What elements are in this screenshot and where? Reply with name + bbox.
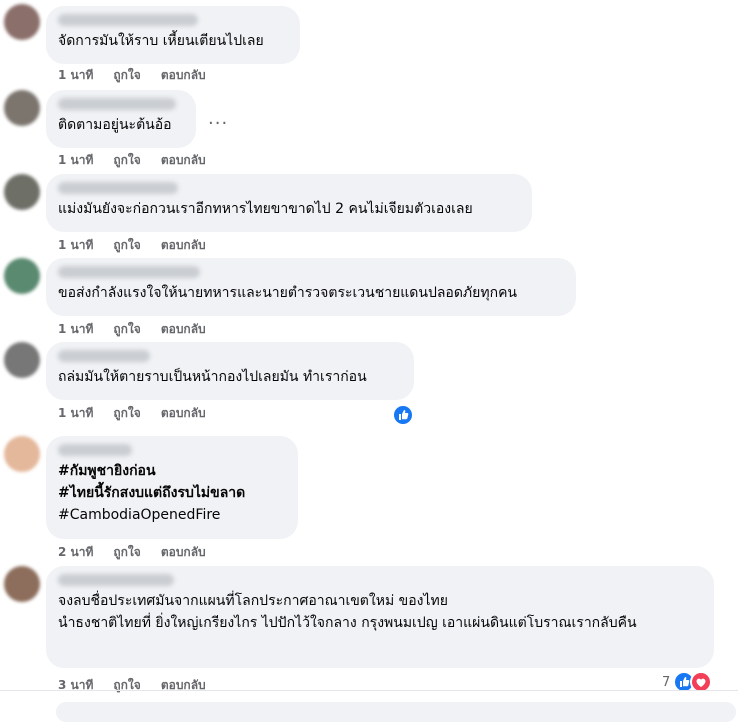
like-link[interactable]: ถูกใจ: [113, 404, 140, 423]
hashtag-1[interactable]: #กัมพูชายิงก่อน: [58, 460, 286, 482]
comment-text: ถล่มมันให้ตายราบเป็นหน้ากองไปเลยมัน ทำเร…: [58, 369, 367, 385]
like-link[interactable]: ถูกใจ: [113, 66, 140, 85]
comment-actions: 2 นาที ถูกใจ ตอบกลับ: [58, 543, 206, 562]
comment-bubble: จงลบชื่อประเทศมันจากแผนที่โลกประกาศอาณาเ…: [46, 566, 714, 668]
avatar[interactable]: [4, 342, 40, 378]
avatar[interactable]: [4, 90, 40, 126]
avatar[interactable]: [4, 436, 40, 472]
comment-actions: 1 นาที ถูกใจ ตอบกลับ: [58, 404, 206, 423]
comment-actions: 1 นาที ถูกใจ ตอบกลับ: [58, 66, 206, 85]
like-reaction-icon[interactable]: [392, 404, 414, 426]
timestamp[interactable]: 1 นาที: [58, 151, 93, 170]
hashtag-2[interactable]: #ไทยนี้รักสงบแต่ถึงรบไม่ขลาด: [58, 482, 286, 504]
reply-link[interactable]: ตอบกลับ: [161, 320, 206, 339]
comment-actions: 3 นาที ถูกใจ ตอบกลับ: [58, 676, 206, 695]
comment-actions: 1 นาที ถูกใจ ตอบกลับ: [58, 236, 206, 255]
author-name-blurred[interactable]: [58, 98, 176, 110]
reply-link[interactable]: ตอบกลับ: [161, 236, 206, 255]
comment-text: ติดตามอยู่นะต้นอ้อ: [58, 117, 172, 133]
reply-link[interactable]: ตอบกลับ: [161, 676, 206, 695]
comment-bubble: ขอส่งกำลังแรงใจให้นายทหารและนายตำรวจตระเ…: [46, 258, 576, 316]
timestamp[interactable]: 2 นาที: [58, 543, 93, 562]
author-name-blurred[interactable]: [58, 14, 198, 26]
like-link[interactable]: ถูกใจ: [113, 676, 140, 695]
author-name-blurred[interactable]: [58, 182, 178, 194]
reaction-count[interactable]: 7: [662, 675, 670, 690]
comment-text: แม่งมันยังจะก่อกวนเราอีกทหารไทยขาขาดไป 2…: [58, 201, 473, 217]
timestamp[interactable]: 1 นาที: [58, 236, 93, 255]
comment-bubble: แม่งมันยังจะก่อกวนเราอีกทหารไทยขาขาดไป 2…: [46, 174, 532, 232]
like-link[interactable]: ถูกใจ: [113, 236, 140, 255]
author-name-blurred[interactable]: [58, 350, 150, 362]
comment-bubble: จัดการมันให้ราบ เหี้ยนเตียนไปเลย: [46, 6, 300, 64]
reply-link[interactable]: ตอบกลับ: [161, 404, 206, 423]
avatar[interactable]: [4, 4, 40, 40]
timestamp[interactable]: 1 นาที: [58, 320, 93, 339]
divider: [0, 690, 738, 691]
avatar[interactable]: [4, 566, 40, 602]
comment-input-field[interactable]: [56, 702, 736, 722]
comment-bubble: #กัมพูชายิงก่อน #ไทยนี้รักสงบแต่ถึงรบไม่…: [46, 436, 298, 539]
like-link[interactable]: ถูกใจ: [113, 320, 140, 339]
reply-link[interactable]: ตอบกลับ: [161, 151, 206, 170]
reply-link[interactable]: ตอบกลับ: [161, 66, 206, 85]
reply-link[interactable]: ตอบกลับ: [161, 543, 206, 562]
comment-text: จัดการมันให้ราบ เหี้ยนเตียนไปเลย: [58, 33, 264, 49]
avatar[interactable]: [4, 258, 40, 294]
avatar[interactable]: [4, 174, 40, 210]
comment-bubble: ติดตามอยู่นะต้นอ้อ: [46, 90, 196, 148]
comment-actions: 1 นาที ถูกใจ ตอบกลับ: [58, 151, 206, 170]
comment-bubble: ถล่มมันให้ตายราบเป็นหน้ากองไปเลยมัน ทำเร…: [46, 342, 414, 400]
more-options-icon[interactable]: ...: [208, 108, 228, 129]
author-name-blurred[interactable]: [58, 574, 174, 586]
timestamp[interactable]: 1 นาที: [58, 404, 93, 423]
comment-actions: 1 นาที ถูกใจ ตอบกลับ: [58, 320, 206, 339]
comment-text: จงลบชื่อประเทศมันจากแผนที่โลกประกาศอาณาเ…: [58, 593, 637, 631]
timestamp[interactable]: 1 นาที: [58, 66, 93, 85]
hashtag-3[interactable]: #CambodiaOpenedFire: [58, 504, 286, 526]
author-name-blurred[interactable]: [58, 266, 200, 278]
like-link[interactable]: ถูกใจ: [113, 543, 140, 562]
timestamp[interactable]: 3 นาที: [58, 676, 93, 695]
comment-text: ขอส่งกำลังแรงใจให้นายทหารและนายตำรวจตระเ…: [58, 285, 517, 301]
like-link[interactable]: ถูกใจ: [113, 151, 140, 170]
author-name-blurred[interactable]: [58, 444, 132, 456]
